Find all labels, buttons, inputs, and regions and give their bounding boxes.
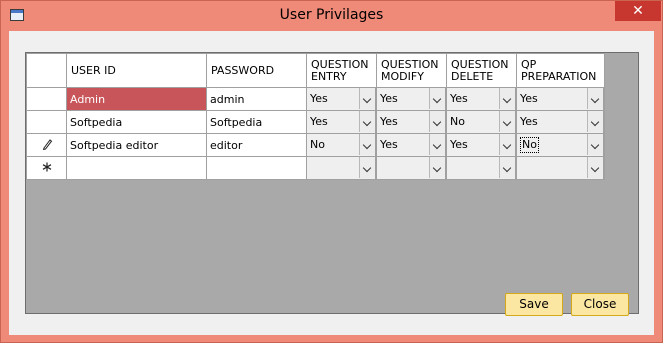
- chevron-down-icon[interactable]: [359, 88, 375, 109]
- combo-question-entry[interactable]: No: [307, 134, 376, 156]
- combo-question-modify[interactable]: Yes: [377, 111, 446, 133]
- cell-question-delete[interactable]: [446, 156, 517, 180]
- chevron-down-icon[interactable]: [429, 157, 445, 178]
- row-header[interactable]: [26, 156, 67, 180]
- cell-question-modify[interactable]: Yes: [376, 87, 447, 111]
- row-header-corner: [26, 53, 67, 88]
- combo-value: No: [310, 138, 325, 151]
- combo-question-delete[interactable]: No: [447, 111, 516, 133]
- combo-value: Yes: [450, 92, 468, 105]
- combo-value: Yes: [450, 138, 468, 151]
- cell-qp-preparation[interactable]: [516, 156, 605, 180]
- window-close-button[interactable]: ✕: [615, 1, 661, 21]
- table-row[interactable]: Admin admin Yes Yes Yes Yes: [26, 87, 605, 111]
- column-header-password[interactable]: PASSWORD: [206, 53, 307, 88]
- chevron-down-icon[interactable]: [587, 157, 603, 178]
- chevron-down-icon[interactable]: [499, 88, 515, 109]
- chevron-down-icon[interactable]: [587, 111, 603, 132]
- combo-question-modify[interactable]: [377, 157, 446, 179]
- column-header-question-entry[interactable]: QUESTION ENTRY: [306, 53, 377, 88]
- cell-question-entry[interactable]: No: [306, 133, 377, 157]
- cell-user-id[interactable]: Admin: [66, 87, 207, 111]
- chevron-down-icon[interactable]: [587, 134, 603, 155]
- chevron-down-icon[interactable]: [499, 111, 515, 132]
- column-header-label: QUESTION DELETE: [451, 57, 509, 83]
- cell-question-modify[interactable]: Yes: [376, 133, 447, 157]
- pencil-icon: [42, 138, 52, 150]
- privileges-table: USER ID PASSWORD QUESTION ENTRY QUESTION…: [26, 53, 605, 180]
- table-row-new[interactable]: [26, 156, 605, 180]
- client-area: USER ID PASSWORD QUESTION ENTRY QUESTION…: [9, 31, 654, 335]
- combo-value: Yes: [310, 115, 328, 128]
- combo-value: Yes: [520, 92, 538, 105]
- cell-password[interactable]: editor: [206, 133, 307, 157]
- combo-value: No: [450, 115, 465, 128]
- combo-qp-preparation[interactable]: No: [517, 134, 604, 156]
- new-row-asterisk-icon: [42, 162, 51, 172]
- combo-question-modify[interactable]: Yes: [377, 134, 446, 156]
- combo-value: Yes: [380, 115, 398, 128]
- cell-question-delete[interactable]: Yes: [446, 87, 517, 111]
- combo-question-entry[interactable]: Yes: [307, 111, 376, 133]
- table-row[interactable]: Softpedia editor editor No Yes Yes No: [26, 133, 605, 157]
- user-privileges-window: User Privilages ✕ USER ID PASSWORD QUEST…: [0, 0, 663, 343]
- table-row[interactable]: Softpedia Softpedia Yes Yes No Yes: [26, 110, 605, 134]
- header-row: USER ID PASSWORD QUESTION ENTRY QUESTION…: [26, 53, 605, 88]
- privileges-grid[interactable]: USER ID PASSWORD QUESTION ENTRY QUESTION…: [25, 52, 639, 314]
- cell-qp-preparation[interactable]: Yes: [516, 87, 605, 111]
- chevron-down-icon[interactable]: [359, 157, 375, 178]
- combo-question-delete[interactable]: Yes: [447, 134, 516, 156]
- title-bar[interactable]: User Privilages ✕: [1, 1, 662, 31]
- row-header[interactable]: [26, 87, 67, 111]
- combo-qp-preparation[interactable]: Yes: [517, 88, 604, 110]
- row-header[interactable]: [26, 133, 67, 157]
- chevron-down-icon[interactable]: [429, 88, 445, 109]
- window-title: User Privilages: [279, 7, 384, 23]
- column-header-user-id[interactable]: USER ID: [66, 53, 207, 88]
- chevron-down-icon[interactable]: [359, 111, 375, 132]
- chevron-down-icon[interactable]: [359, 134, 375, 155]
- combo-question-delete[interactable]: Yes: [447, 88, 516, 110]
- combo-question-entry[interactable]: Yes: [307, 88, 376, 110]
- column-header-question-modify[interactable]: QUESTION MODIFY: [376, 53, 447, 88]
- chevron-down-icon[interactable]: [429, 111, 445, 132]
- cell-question-modify[interactable]: [376, 156, 447, 180]
- combo-question-entry[interactable]: [307, 157, 376, 179]
- cell-password[interactable]: admin: [206, 87, 307, 111]
- chevron-down-icon[interactable]: [587, 88, 603, 109]
- column-header-label: QUESTION MODIFY: [381, 57, 439, 83]
- chevron-down-icon[interactable]: [429, 134, 445, 155]
- combo-value: Yes: [520, 115, 538, 128]
- combo-value: No: [520, 137, 539, 153]
- cell-user-id[interactable]: [66, 156, 207, 180]
- combo-qp-preparation[interactable]: Yes: [517, 111, 604, 133]
- combo-qp-preparation[interactable]: [517, 157, 604, 179]
- column-header-qp-preparation[interactable]: QP PREPARATION: [516, 53, 605, 88]
- close-button[interactable]: Close: [571, 293, 629, 316]
- cell-question-modify[interactable]: Yes: [376, 110, 447, 134]
- column-header-label: QUESTION ENTRY: [311, 57, 369, 83]
- cell-question-delete[interactable]: Yes: [446, 133, 517, 157]
- cell-user-id[interactable]: Softpedia editor: [66, 133, 207, 157]
- combo-value: Yes: [380, 92, 398, 105]
- combo-question-delete[interactable]: [447, 157, 516, 179]
- chevron-down-icon[interactable]: [499, 134, 515, 155]
- cell-password[interactable]: Softpedia: [206, 110, 307, 134]
- row-header[interactable]: [26, 110, 67, 134]
- cell-qp-preparation[interactable]: No: [516, 133, 605, 157]
- cell-question-entry[interactable]: Yes: [306, 87, 377, 111]
- cell-question-entry[interactable]: Yes: [306, 110, 377, 134]
- combo-question-modify[interactable]: Yes: [377, 88, 446, 110]
- column-header-label: QP PREPARATION: [521, 57, 597, 83]
- save-button[interactable]: Save: [505, 293, 563, 316]
- cell-password[interactable]: [206, 156, 307, 180]
- cell-user-id[interactable]: Softpedia: [66, 110, 207, 134]
- column-header-question-delete[interactable]: QUESTION DELETE: [446, 53, 517, 88]
- cell-question-delete[interactable]: No: [446, 110, 517, 134]
- combo-value: Yes: [310, 92, 328, 105]
- chevron-down-icon[interactable]: [499, 157, 515, 178]
- combo-value: Yes: [380, 138, 398, 151]
- cell-question-entry[interactable]: [306, 156, 377, 180]
- cell-qp-preparation[interactable]: Yes: [516, 110, 605, 134]
